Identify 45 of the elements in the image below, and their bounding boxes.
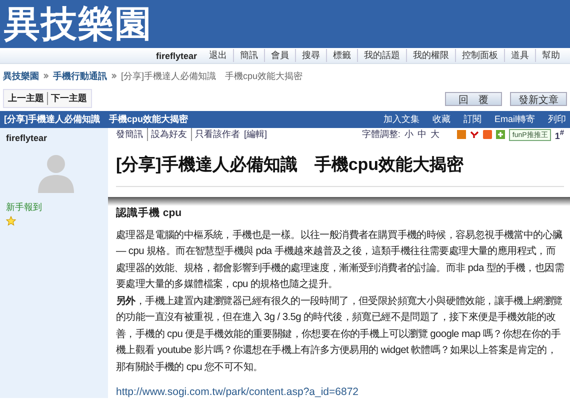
- section-heading: 認識手機 cpu: [116, 206, 183, 220]
- post-tool-link[interactable]: 只看該作者: [191, 128, 240, 142]
- post-tool-link[interactable]: 設為好友: [147, 128, 187, 142]
- share-icon[interactable]: [470, 130, 480, 140]
- rank-star-icon: [6, 216, 16, 226]
- breadcrumb-link[interactable]: 手機行動通訊: [53, 70, 107, 83]
- floor-number: 1$^{#}$: [554, 128, 564, 142]
- source-link[interactable]: http://www.sogi.com.tw/park/content.asp?a_id=6872: [116, 386, 564, 398]
- breadcrumb-current: [分享]手機達人必備知識 手機cpu效能大揭密: [121, 70, 303, 83]
- thread-action-link[interactable]: 加入文集: [383, 113, 420, 126]
- nav-link[interactable]: 簡訊: [233, 49, 264, 62]
- thread-action-link[interactable]: 列印: [548, 113, 566, 126]
- post-button[interactable]: 發新文章: [510, 92, 567, 106]
- paragraph: 另外，手機上建置內建瀏覽器已經有很久的一段時間了，但受限於頻寬大小與硬體效能，讓手機上網瀏覽的功能一直沒有被重視，但在進入 3g / 3.5g 的時代後，頻寬已經不是問題了，接下來便是手機效能的改善，手機的 cpu 便是手機效能的重要關鍵，你想要在你的手機上可以瀏覽 google map 嗎？你想在你的手機上觀看 youtube 影片嗎？你還想在手機上有許多方便易用的 widget 軟體嗎？如果以上答案是肯定的，那有關於手機的 cpu 您不可不知。: [116, 294, 564, 374]
- share-icon[interactable]: [457, 130, 466, 140]
- post-tool-link[interactable]: 發簡訊: [116, 128, 143, 142]
- thread-action-link[interactable]: Email轉寄: [494, 113, 535, 126]
- font-size-label: 字體調整:: [362, 128, 400, 142]
- nav-link[interactable]: 道具: [504, 49, 535, 62]
- post-tool-link[interactable]: [編輯]: [244, 128, 268, 142]
- username-link[interactable]: fireflytear: [150, 50, 203, 60]
- nav-link[interactable]: 我的話題: [357, 49, 406, 62]
- pager-link[interactable]: 上一主題: [8, 92, 44, 105]
- nav-link[interactable]: 幫助: [535, 49, 566, 62]
- post-button[interactable]: 回 覆: [445, 92, 502, 106]
- nav-link[interactable]: 控制面板: [455, 49, 504, 62]
- thread-action-link[interactable]: 訂閱: [463, 113, 482, 126]
- nav-link[interactable]: 搜尋: [295, 49, 326, 62]
- thread-title: [分享]手機達人必備知識 手機cpu效能大揭密: [4, 113, 188, 126]
- font-size-link[interactable]: 中: [417, 128, 426, 142]
- nav-link[interactable]: 我的權限: [406, 49, 455, 62]
- font-size-link[interactable]: 小: [404, 128, 414, 142]
- author-name[interactable]: fireflytear: [6, 133, 102, 143]
- nav-link[interactable]: 退出: [203, 49, 233, 62]
- pager-link[interactable]: 下一主題: [47, 92, 87, 105]
- thread-action-link[interactable]: 收藏: [432, 113, 450, 126]
- breadcrumb-link[interactable]: 異技樂園: [3, 70, 39, 83]
- author-rank: 新手報到: [6, 201, 43, 214]
- plus-icon[interactable]: [496, 130, 506, 140]
- nav-link[interactable]: 會員: [264, 49, 295, 62]
- post-title: [分享]手機達人必備知識 手機cpu效能大揭密: [116, 153, 564, 188]
- share-icon[interactable]: [483, 130, 492, 140]
- font-size-link[interactable]: 大: [430, 128, 440, 142]
- nav-link[interactable]: 標籤: [326, 49, 357, 62]
- paragraph: 處理器是電腦的中樞系統，手機也是一樣。以往一般消費者在購買手機的時候，容易忽視手機當中的心臟 — cpu 規格。而在智慧型手機與 pda 手機越來越普及之後，這類手機往往需要處理大量的應用程式，而處理器的效能、規格，都會影響到手機的處理速度，漸漸受到消費者的討論。而非 pda 型的手機，也因需要處理大量的多媒體檔案，cpu 的規格也隨之提升。: [116, 228, 564, 292]
